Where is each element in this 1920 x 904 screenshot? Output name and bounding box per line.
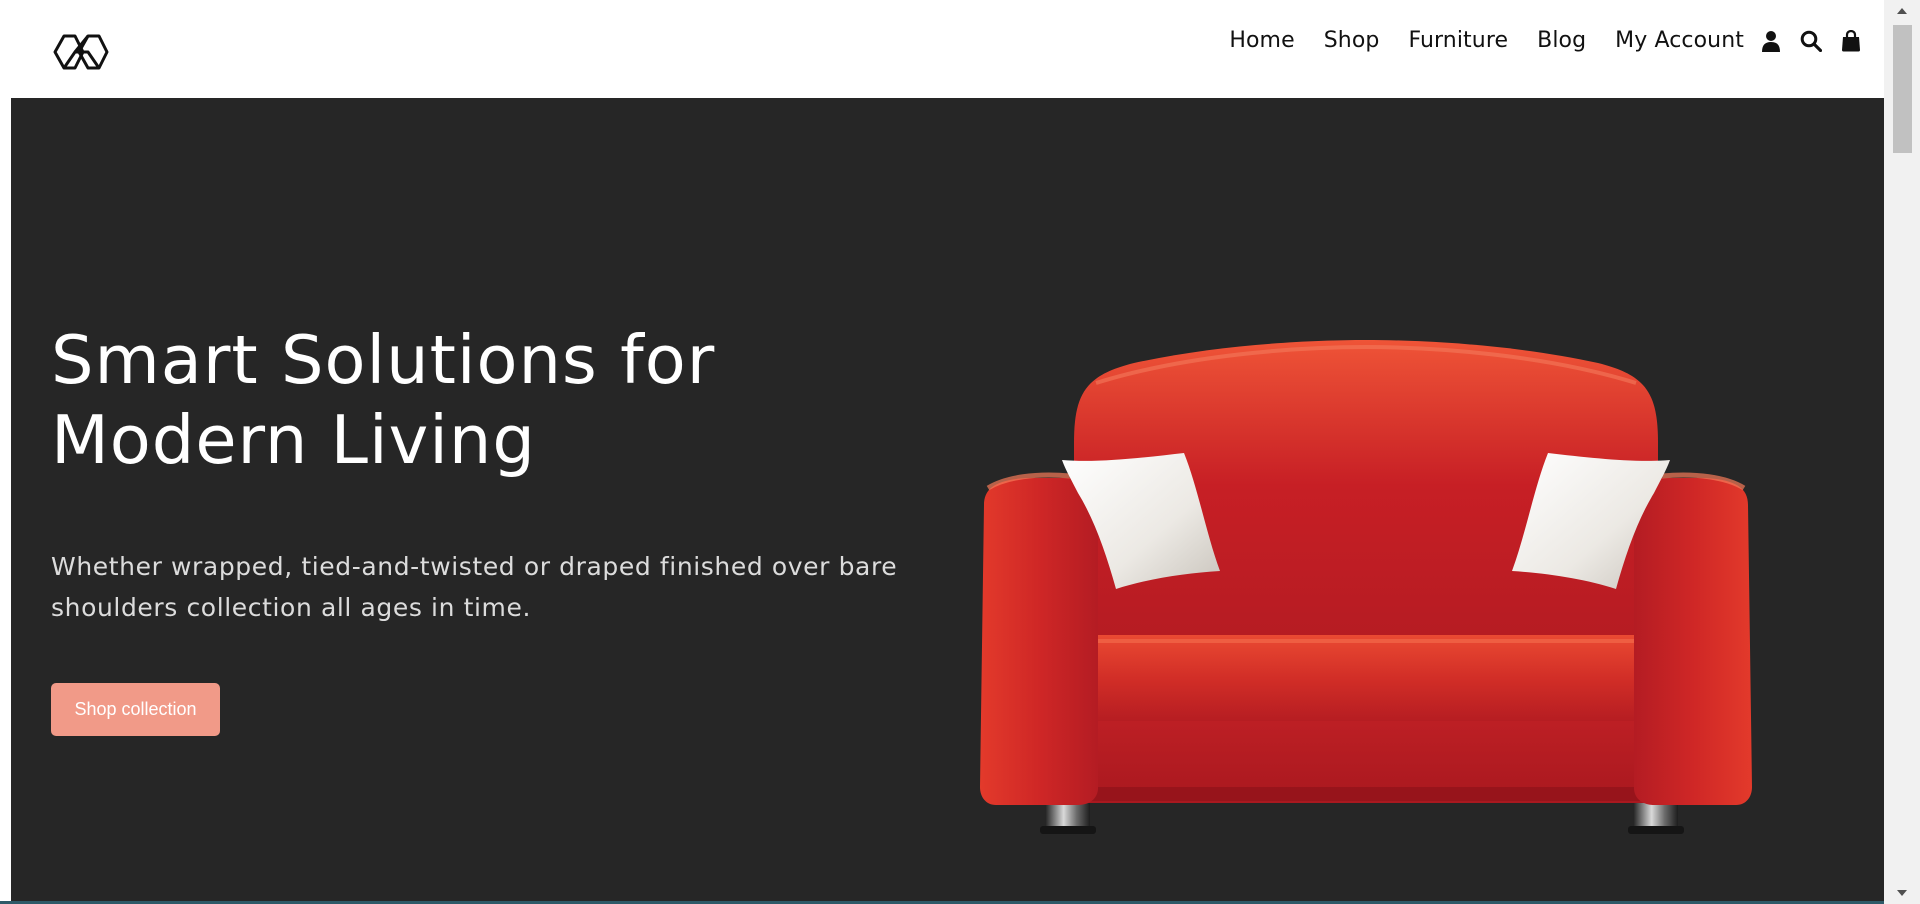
site-logo[interactable]	[51, 31, 111, 73]
page: Home Shop Furniture Blog My Account Smar…	[0, 0, 1920, 904]
scrollbar-thumb[interactable]	[1893, 25, 1912, 153]
scroll-down-arrow-icon[interactable]	[1884, 882, 1920, 904]
nav-furniture[interactable]: Furniture	[1408, 24, 1508, 58]
site-header: Home Shop Furniture Blog My Account	[0, 0, 1884, 98]
page-scrollbar[interactable]	[1884, 0, 1920, 904]
red-sofa-image	[980, 340, 1752, 834]
shopping-bag-icon[interactable]	[1840, 29, 1862, 53]
shop-collection-button[interactable]: Shop collection	[51, 683, 220, 736]
scroll-up-arrow-icon[interactable]	[1884, 0, 1920, 22]
search-icon[interactable]	[1800, 29, 1822, 53]
hero-title-line1: Smart Solutions for	[51, 321, 716, 399]
nav-my-account[interactable]: My Account	[1615, 24, 1744, 58]
nav-blog[interactable]: Blog	[1537, 24, 1586, 58]
hero-title: Smart Solutions for Modern Living	[51, 320, 811, 480]
nav-shop[interactable]: Shop	[1324, 24, 1380, 58]
user-icon[interactable]	[1760, 29, 1782, 53]
hero-subtitle: Whether wrapped, tied-and-twisted or dra…	[51, 552, 898, 622]
hero-section: Smart Solutions for Modern Living Whethe…	[11, 98, 1884, 904]
nav-home[interactable]: Home	[1229, 24, 1294, 58]
main-nav: Home Shop Furniture Blog My Account	[1229, 24, 1862, 58]
hexagon-cubes-logo-icon	[53, 34, 109, 70]
hero-title-line2: Modern Living	[51, 401, 536, 479]
